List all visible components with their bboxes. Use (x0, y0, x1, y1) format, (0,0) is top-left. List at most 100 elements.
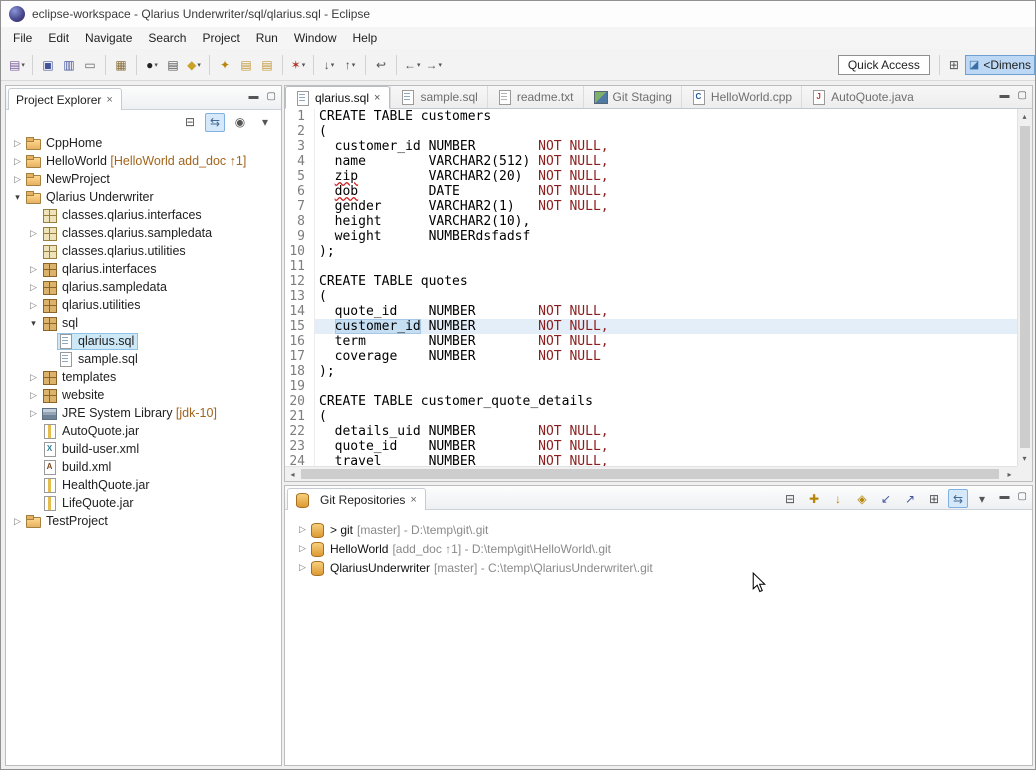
menu-window[interactable]: Window (286, 28, 345, 48)
close-icon[interactable]: × (106, 95, 112, 105)
dropdown-arrow-icon[interactable]: ▾ (21, 61, 25, 69)
tree-item-healthquote-jar[interactable]: HealthQuote.jar (6, 476, 281, 494)
dropdown-arrow-icon[interactable]: ▾ (439, 61, 443, 69)
open-type-icon[interactable]: ▤ (236, 54, 256, 76)
dropdown-arrow-icon[interactable]: ▾ (302, 61, 306, 69)
vertical-scrollbar-thumb[interactable] (1020, 126, 1030, 448)
tree-item-helloworld[interactable]: ▷HelloWorld [HelloWorld add_doc ↑1] (6, 152, 281, 170)
tab-qlarius-sql[interactable]: qlarius.sql× (285, 86, 390, 109)
tree-twistie-icon[interactable]: ▷ (26, 408, 41, 419)
tree-twistie-icon[interactable]: ▷ (10, 174, 25, 185)
tab-git-staging[interactable]: Git Staging (583, 86, 681, 108)
link-with-selection-icon[interactable]: ⇆ (948, 489, 968, 508)
tree-item-qlarius-underwriter[interactable]: ▾Qlarius Underwriter (6, 188, 281, 206)
debug-icon[interactable]: ●▾ (142, 54, 162, 76)
tree-item-testproject[interactable]: ▷TestProject (6, 512, 281, 530)
tree-item-sample-sql[interactable]: sample.sql (6, 350, 281, 368)
external-tools-icon[interactable]: ✶▾ (288, 54, 308, 76)
tree-item-website[interactable]: ▷website (6, 386, 281, 404)
tree-item-templates[interactable]: ▷templates (6, 368, 281, 386)
tree-item-jre-system-library[interactable]: ▷JRE System Library [jdk-10] (6, 404, 281, 422)
open-console-icon[interactable]: ▤ (163, 54, 183, 76)
view-menu-icon[interactable]: ▾ (972, 489, 992, 508)
view-menu-icon[interactable]: ▾ (255, 113, 275, 132)
minimize-icon[interactable]: ▬ (1000, 491, 1010, 502)
titlebar[interactable]: eclipse-workspace - Qlarius Underwriter/… (1, 1, 1035, 27)
previous-annotation-icon[interactable]: ↑▾ (340, 54, 360, 76)
run-as-icon[interactable]: ◆▾ (184, 54, 204, 76)
open-resource-icon[interactable]: ▤ (257, 54, 277, 76)
tree-twistie-icon[interactable]: ▷ (26, 390, 41, 401)
dropdown-arrow-icon[interactable]: ▾ (331, 61, 335, 69)
tree-twistie-icon[interactable]: ▷ (10, 156, 25, 167)
tree-twistie-icon[interactable]: ▷ (295, 524, 310, 535)
git-repositories-tab[interactable]: Git Repositories × (287, 488, 426, 510)
last-edit-location-icon[interactable]: ↩ (371, 54, 391, 76)
back-icon[interactable]: ←▾ (402, 54, 423, 76)
menu-help[interactable]: Help (345, 28, 386, 48)
maximize-icon[interactable]: ▢ (1018, 90, 1027, 101)
scroll-up-icon[interactable]: ▴ (1017, 109, 1032, 124)
print-icon[interactable]: ▭ (80, 54, 100, 76)
tree-twistie-icon[interactable]: ▷ (295, 543, 310, 554)
menu-search[interactable]: Search (140, 28, 194, 48)
tree-item-build-xml[interactable]: build.xml (6, 458, 281, 476)
menu-run[interactable]: Run (248, 28, 286, 48)
maximize-icon[interactable]: ▢ (267, 91, 276, 102)
save-icon[interactable]: ▣ (38, 54, 58, 76)
collapse-all-icon[interactable]: ⊟ (180, 113, 200, 132)
perspective-button[interactable]: ◪ <Dimens (965, 55, 1035, 75)
tree-twistie-icon[interactable]: ▷ (10, 516, 25, 527)
tree-twistie-icon[interactable]: ▷ (26, 228, 41, 239)
create-repository-icon[interactable]: ◈ (852, 489, 872, 508)
tree-item-lifequote-jar[interactable]: LifeQuote.jar (6, 494, 281, 512)
focus-icon[interactable]: ◉ (230, 113, 250, 132)
maximize-icon[interactable]: ▢ (1018, 491, 1027, 502)
repo-row-helloworld[interactable]: ▷HelloWorld[add_doc ↑1] - D:\temp\git\He… (285, 539, 1032, 558)
push-icon[interactable]: ↗ (900, 489, 920, 508)
dropdown-arrow-icon[interactable]: ▾ (417, 61, 421, 69)
quick-access-box[interactable]: Quick Access (838, 55, 930, 75)
minimize-icon[interactable]: ▬ (249, 91, 259, 102)
clone-repository-icon[interactable]: ↓ (828, 489, 848, 508)
close-icon[interactable]: × (374, 92, 380, 104)
tree-item-newproject[interactable]: ▷NewProject (6, 170, 281, 188)
tree-twistie-icon[interactable]: ▷ (26, 372, 41, 383)
scroll-right-icon[interactable]: ▸ (1002, 467, 1017, 482)
menu-project[interactable]: Project (194, 28, 247, 48)
new-wizard-icon[interactable]: ▤▾ (7, 54, 27, 76)
editor-horizontal-scrollbar[interactable]: ◂ ▸ (285, 466, 1017, 481)
tree-item-classes-qlarius-sampledata[interactable]: ▷classes.qlarius.sampledata (6, 224, 281, 242)
minimize-icon[interactable]: ▬ (1000, 90, 1010, 101)
tree-twistie-icon[interactable]: ▷ (26, 264, 41, 275)
hierarchy-icon[interactable]: ⊞ (924, 489, 944, 508)
tree-item-qlarius-sampledata[interactable]: ▷qlarius.sampledata (6, 278, 281, 296)
menu-file[interactable]: File (5, 28, 40, 48)
close-icon[interactable]: × (410, 495, 416, 505)
menu-navigate[interactable]: Navigate (77, 28, 140, 48)
tree-twistie-icon[interactable]: ▷ (26, 282, 41, 293)
tree-item-cpphome[interactable]: ▷CppHome (6, 134, 281, 152)
dropdown-arrow-icon[interactable]: ▾ (197, 61, 201, 69)
tab-sample-sql[interactable]: sample.sql (390, 86, 486, 108)
tree-twistie-icon[interactable]: ▷ (26, 300, 41, 311)
fetch-icon[interactable]: ↙ (876, 489, 896, 508)
forward-icon[interactable]: →▾ (424, 54, 445, 76)
menu-edit[interactable]: Edit (40, 28, 77, 48)
collapse-all-icon[interactable]: ⊟ (780, 489, 800, 508)
dropdown-arrow-icon[interactable]: ▾ (154, 61, 158, 69)
search-icon[interactable]: ✦ (215, 54, 235, 76)
tree-item-sql[interactable]: ▾sql (6, 314, 281, 332)
editor-vertical-scrollbar[interactable]: ▴ ▾ (1017, 109, 1032, 466)
add-repository-icon[interactable]: ✚ (804, 489, 824, 508)
tree-item-classes-qlarius-utilities[interactable]: classes.qlarius.utilities (6, 242, 281, 260)
tree-item-classes-qlarius-interfaces[interactable]: classes.qlarius.interfaces (6, 206, 281, 224)
horizontal-scrollbar-thumb[interactable] (301, 469, 999, 479)
tree-twistie-icon[interactable]: ▾ (10, 192, 25, 203)
tree-item-build-user-xml[interactable]: build-user.xml (6, 440, 281, 458)
tree-item-qlarius-utilities[interactable]: ▷qlarius.utilities (6, 296, 281, 314)
next-annotation-icon[interactable]: ↓▾ (319, 54, 339, 76)
tree-twistie-icon[interactable]: ▷ (10, 138, 25, 149)
tree-item-qlarius-sql[interactable]: qlarius.sql (6, 332, 281, 350)
save-all-icon[interactable]: ▥ (59, 54, 79, 76)
